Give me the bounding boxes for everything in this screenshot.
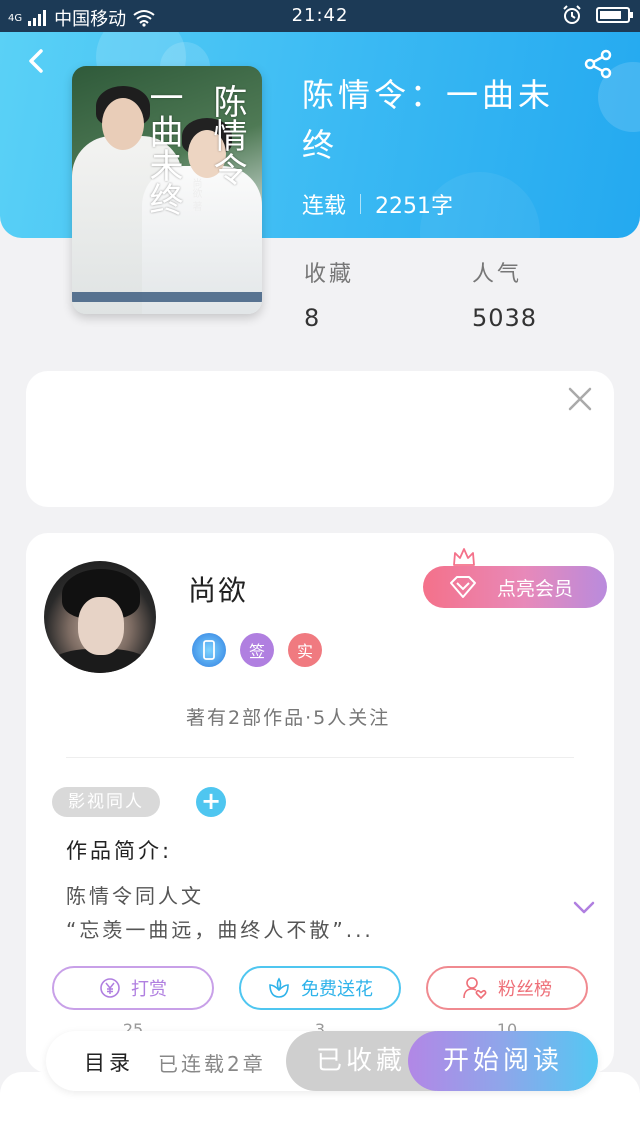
- popularity-stat: 人气 5038: [472, 256, 537, 332]
- fans-label: 粉丝榜: [498, 979, 552, 1000]
- share-icon[interactable]: [582, 48, 614, 80]
- diamond-icon: [450, 576, 476, 598]
- ad-card[interactable]: [26, 371, 614, 507]
- book-word-count: 2251字: [375, 194, 454, 219]
- divider: [66, 757, 574, 758]
- book-cover[interactable]: 一曲未终 陈情令 尚欲 著: [72, 66, 262, 314]
- book-title: 陈情令：一曲未终: [302, 76, 555, 164]
- popularity-label: 人气: [472, 262, 523, 287]
- cover-author: 尚欲 著: [190, 178, 201, 212]
- battery-icon: [596, 7, 633, 23]
- bottom-action-bar: 目录 已连载2章 已收藏 开始阅读: [46, 1031, 598, 1091]
- author-badges: 签 实: [192, 633, 322, 667]
- yen-icon: [100, 978, 120, 998]
- sign-badge: 签: [240, 633, 274, 667]
- alarm-icon: [563, 5, 581, 24]
- genre-tag[interactable]: 影视同人: [52, 787, 160, 817]
- popularity-value: 5038: [472, 304, 538, 332]
- flower-icon: [269, 977, 289, 998]
- status-bar: 4G 中国移动 21:42: [0, 0, 640, 32]
- close-icon[interactable]: [566, 385, 594, 413]
- author-name[interactable]: 尚欲: [188, 569, 248, 609]
- cover-title: 陈情令: [207, 84, 247, 186]
- intro-title: 作品简介:: [66, 839, 173, 863]
- reward-label: 打赏: [131, 979, 167, 1000]
- intro-text: 陈情令同人文 “忘羡一曲远，曲终人不散”...: [66, 879, 556, 947]
- book-status: 连载: [302, 194, 347, 219]
- toc-chapter-info[interactable]: 已连载2章: [158, 1048, 266, 1077]
- favorites-value: 8: [304, 304, 321, 332]
- vip-button[interactable]: 点亮会员: [423, 566, 607, 608]
- favorites-stat: 收藏 8: [304, 256, 354, 332]
- real-name-badge: 实: [288, 633, 322, 667]
- person-heart-icon: [463, 977, 487, 1000]
- avatar[interactable]: [44, 561, 156, 673]
- add-tag-button[interactable]: +: [196, 787, 226, 817]
- author-description: 著有2部作品·5人关注: [186, 707, 391, 729]
- start-reading-button[interactable]: 开始阅读: [408, 1031, 598, 1091]
- author-card: 尚欲 点亮会员 签 实 著有2部作品·5人关注 影视同人 + 作品简介: 陈情令…: [26, 533, 614, 1073]
- flower-label: 免费送花: [301, 979, 373, 1000]
- intro-line: 陈情令同人文: [66, 884, 204, 908]
- fans-ranking-button[interactable]: 粉丝榜: [426, 966, 588, 1010]
- book-meta: 连载 2251字: [302, 188, 453, 220]
- favorites-label: 收藏: [304, 262, 355, 287]
- meta-divider: [360, 194, 362, 214]
- back-arrow-icon[interactable]: [22, 46, 52, 76]
- status-time: 21:42: [291, 5, 349, 26]
- crown-icon: [453, 548, 475, 566]
- intro-line: “忘羡一曲远，曲终人不散”...: [66, 918, 374, 942]
- phone-badge-icon: [192, 633, 226, 667]
- send-flower-button[interactable]: 免费送花: [239, 966, 401, 1010]
- status-right: [562, 5, 633, 25]
- vip-label: 点亮会员: [497, 577, 574, 600]
- cover-subtitle: 一曲未终: [143, 80, 183, 216]
- reward-button[interactable]: 打赏: [52, 966, 214, 1010]
- toc-button[interactable]: 目录: [84, 1047, 134, 1077]
- chevron-down-icon[interactable]: [572, 897, 596, 917]
